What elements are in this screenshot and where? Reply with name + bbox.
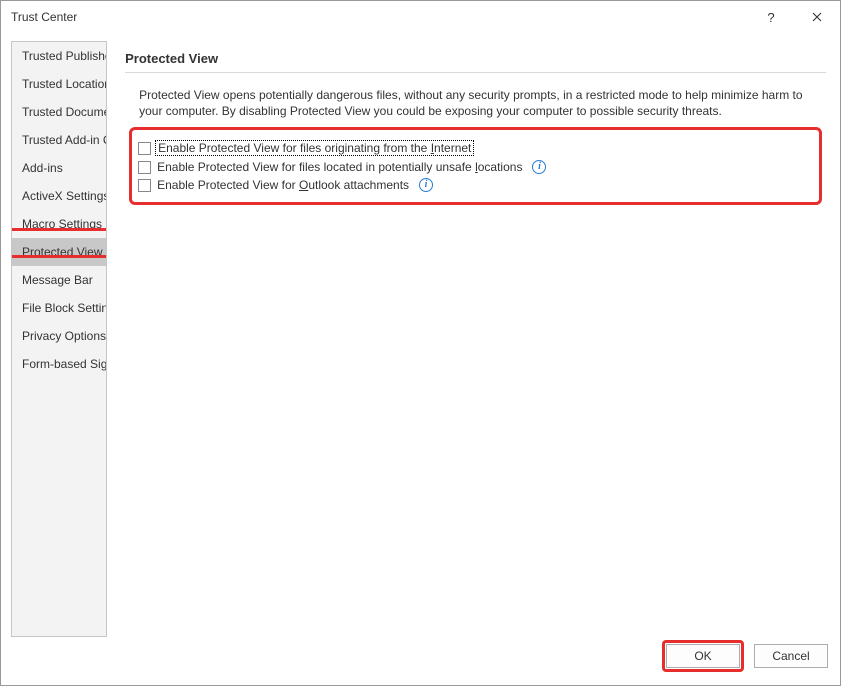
dialog-body: Trusted Publishers Trusted Locations Tru… — [1, 33, 840, 637]
sidebar-item-protected-view[interactable]: Protected View — [12, 238, 106, 266]
sidebar-item-privacy-options[interactable]: Privacy Options — [12, 322, 106, 350]
option-unsafe-locations: Enable Protected View for files located … — [138, 158, 809, 176]
main-panel: Protected View Protected View opens pote… — [125, 41, 830, 637]
category-sidebar: Trusted Publishers Trusted Locations Tru… — [11, 41, 107, 637]
titlebar: Trust Center ? — [1, 1, 840, 33]
option-outlook-attachments: Enable Protected View for Outlook attach… — [138, 176, 809, 194]
sidebar-item-trusted-documents[interactable]: Trusted Documents — [12, 98, 106, 126]
close-icon — [812, 12, 822, 22]
sidebar-item-activex-settings[interactable]: ActiveX Settings — [12, 182, 106, 210]
info-icon[interactable]: i — [419, 178, 433, 192]
sidebar-item-form-based-signin[interactable]: Form-based Sign-in — [12, 350, 106, 378]
option-outlook-attachments-label: Enable Protected View for Outlook attach… — [157, 178, 409, 192]
option-internet: Enable Protected View for files originat… — [138, 138, 809, 158]
close-button[interactable] — [794, 1, 840, 33]
sidebar-item-add-ins[interactable]: Add-ins — [12, 154, 106, 182]
checkbox-unsafe-locations[interactable] — [138, 161, 151, 174]
sidebar-item-trusted-addin-catalogs[interactable]: Trusted Add-in Catalogs — [12, 126, 106, 154]
info-icon[interactable]: i — [532, 160, 546, 174]
checkbox-outlook-attachments[interactable] — [138, 179, 151, 192]
sidebar-item-message-bar[interactable]: Message Bar — [12, 266, 106, 294]
section-description: Protected View opens potentially dangero… — [125, 73, 830, 127]
section-header: Protected View — [125, 51, 826, 73]
trust-center-dialog: Trust Center ? Trusted Publishers Truste… — [0, 0, 841, 686]
sidebar-item-file-block-settings[interactable]: File Block Settings — [12, 294, 106, 322]
option-unsafe-locations-label: Enable Protected View for files located … — [157, 160, 522, 174]
window-title: Trust Center — [11, 10, 77, 24]
option-internet-label: Enable Protected View for files originat… — [155, 140, 474, 156]
ok-button[interactable]: OK — [666, 644, 740, 668]
checkbox-internet[interactable] — [138, 142, 151, 155]
annotation-highlight: OK — [662, 640, 744, 672]
sidebar-item-trusted-publishers[interactable]: Trusted Publishers — [12, 42, 106, 70]
sidebar-item-macro-settings[interactable]: Macro Settings — [12, 210, 106, 238]
cancel-button[interactable]: Cancel — [754, 644, 828, 668]
sidebar-item-trusted-locations[interactable]: Trusted Locations — [12, 70, 106, 98]
options-highlight-box: Enable Protected View for files originat… — [129, 127, 822, 205]
dialog-footer: OK Cancel — [1, 637, 840, 685]
help-button[interactable]: ? — [748, 1, 794, 33]
window-controls: ? — [748, 1, 840, 33]
